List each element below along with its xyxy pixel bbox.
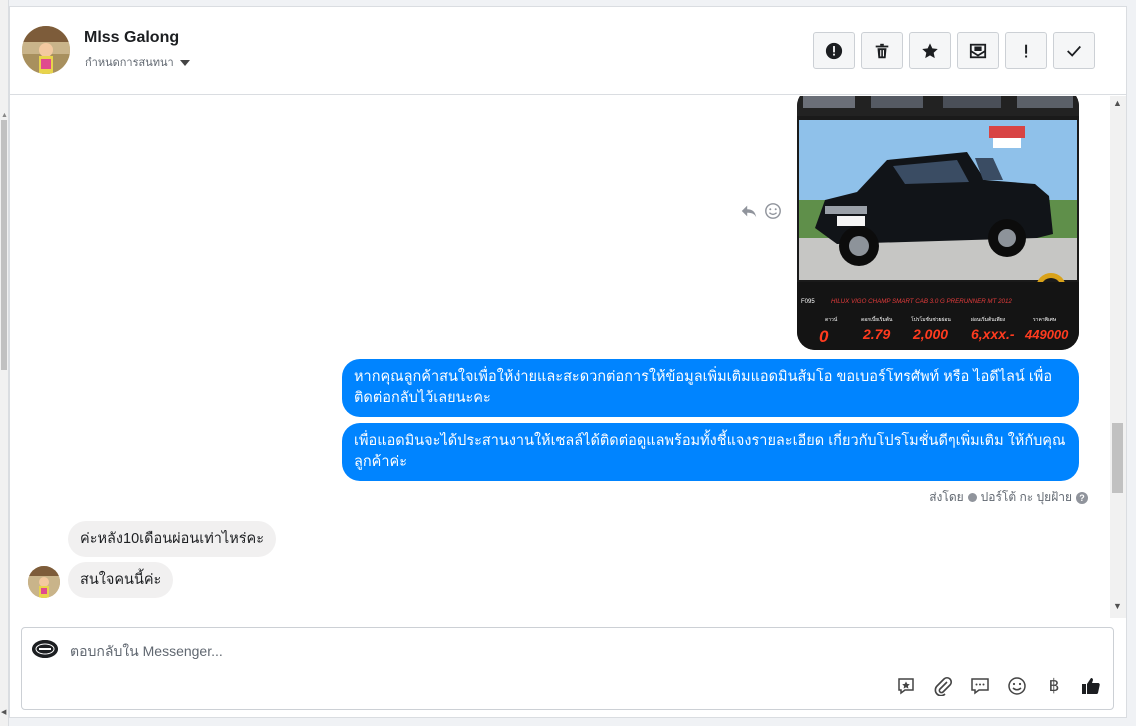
like-button[interactable] [1081, 676, 1101, 696]
delete-button[interactable] [861, 32, 903, 69]
incoming-message[interactable]: สนใจคนนี้ค่ะ [68, 562, 174, 598]
checkmark-icon [1067, 45, 1081, 57]
contact-avatar-small[interactable] [28, 566, 60, 598]
scroll-up-arrow[interactable]: ▲ [1, 112, 8, 119]
mark-important-button[interactable] [1005, 32, 1047, 69]
thread-scrollbar[interactable]: ▲ ▼ [1110, 96, 1126, 618]
ad-price-label: ราคาพิเศษ [1033, 316, 1057, 323]
reply-input[interactable] [70, 640, 770, 662]
incoming-message[interactable]: ค่ะหลัง10เดือนผ่อนเท่าไหร่คะ [68, 521, 277, 557]
app-frame: ▲ ◀ Mlss Galong กำหนดการสนทนา F095 HILUX… [0, 0, 1136, 726]
message-thread[interactable]: F095 HILUX VIGO CHAMP SMART CAB 3.0 G PR… [10, 96, 1110, 618]
page-avatar [32, 640, 58, 658]
ad-price-value: 449000 [1024, 327, 1069, 342]
paperclip-icon [934, 676, 953, 696]
composer-toolbar: ฿ [896, 676, 1101, 696]
star-button[interactable] [909, 32, 951, 69]
reply-icon[interactable] [740, 202, 758, 220]
ad-promo-value: 2,000 [912, 326, 948, 342]
alert-circle-icon [825, 42, 843, 59]
exclamation-icon [1025, 44, 1028, 57]
ad-caption: HILUX VIGO CHAMP SMART CAB 3.0 G PRERUNN… [831, 298, 1012, 305]
chevron-down-icon [179, 60, 190, 66]
quick-replies-button[interactable] [970, 676, 990, 696]
ad-installment-value: 6,xxx.- [971, 326, 1015, 342]
conversation-panel: Mlss Galong กำหนดการสนทนา F095 HILUX VIG… [9, 6, 1127, 718]
star-icon [922, 42, 938, 58]
ad-down-label: ดาวน์ [825, 316, 838, 323]
help-icon[interactable]: ? [1076, 491, 1088, 504]
payment-button[interactable]: ฿ [1044, 676, 1064, 696]
smiley-icon[interactable] [764, 202, 782, 220]
sent-by-name: ปอร์โต้ กะ ปุยฝ้าย [980, 490, 1072, 504]
ad-promo-label: โปรโมชั่นช่วยผ่อน [911, 316, 951, 323]
page-dot-icon [967, 493, 977, 502]
conversation-header: Mlss Galong กำหนดการสนทนา [10, 7, 1126, 95]
smiley-icon [1008, 677, 1026, 695]
scrollbar-thumb[interactable] [1, 120, 7, 370]
ad-rate-value: 2.79 [862, 326, 890, 342]
emoji-button[interactable] [1007, 676, 1027, 696]
contact-name[interactable]: Mlss Galong [84, 29, 179, 47]
sent-by-line: ส่งโดย ปอร์โต้ กะ ปุยฝ้าย ? [929, 488, 1088, 507]
envelope-icon [969, 43, 987, 58]
scrollbar-thumb[interactable] [1112, 423, 1123, 493]
conversation-toolbar [813, 32, 1095, 69]
scroll-down-arrow[interactable]: ▼ [1113, 601, 1122, 611]
report-spam-button[interactable] [813, 32, 855, 69]
trash-icon [875, 43, 889, 58]
outgoing-message[interactable]: หากคุณลูกค้าสนใจเพื่อให้ง่ายและสะดวกต่อก… [342, 359, 1079, 417]
conversation-settings-dropdown[interactable]: กำหนดการสนทนา [85, 53, 190, 71]
mark-unread-button[interactable] [957, 32, 999, 69]
conversation-settings-label: กำหนดการสนทนา [85, 57, 174, 69]
scroll-down-arrow[interactable]: ◀ [1, 708, 6, 716]
baht-icon: ฿ [1048, 676, 1060, 695]
ad-installment-label: ผ่อนเริ่มต้นเพียง [971, 316, 1006, 323]
chat-bubble-icon [971, 678, 989, 695]
reply-composer: ฿ [21, 627, 1114, 710]
message-actions [740, 202, 782, 220]
sent-by-prefix: ส่งโดย [929, 490, 964, 504]
contact-avatar[interactable] [22, 26, 70, 74]
attach-file-button[interactable] [933, 676, 953, 696]
scroll-up-arrow[interactable]: ▲ [1113, 98, 1122, 108]
saved-reply-button[interactable] [896, 676, 916, 696]
ad-code: F095 [801, 299, 815, 305]
page-scrollbar[interactable]: ▲ ◀ [0, 0, 9, 726]
ad-down-value: 0 [819, 327, 829, 346]
saved-reply-icon [898, 678, 914, 695]
mark-done-button[interactable] [1053, 32, 1095, 69]
car-ad-image[interactable]: F095 HILUX VIGO CHAMP SMART CAB 3.0 G PR… [797, 96, 1079, 350]
thumbs-up-icon [1082, 678, 1100, 694]
outgoing-message[interactable]: เพื่อแอดมินจะได้ประสานงานให้เซลล์ได้ติดต… [342, 423, 1079, 481]
